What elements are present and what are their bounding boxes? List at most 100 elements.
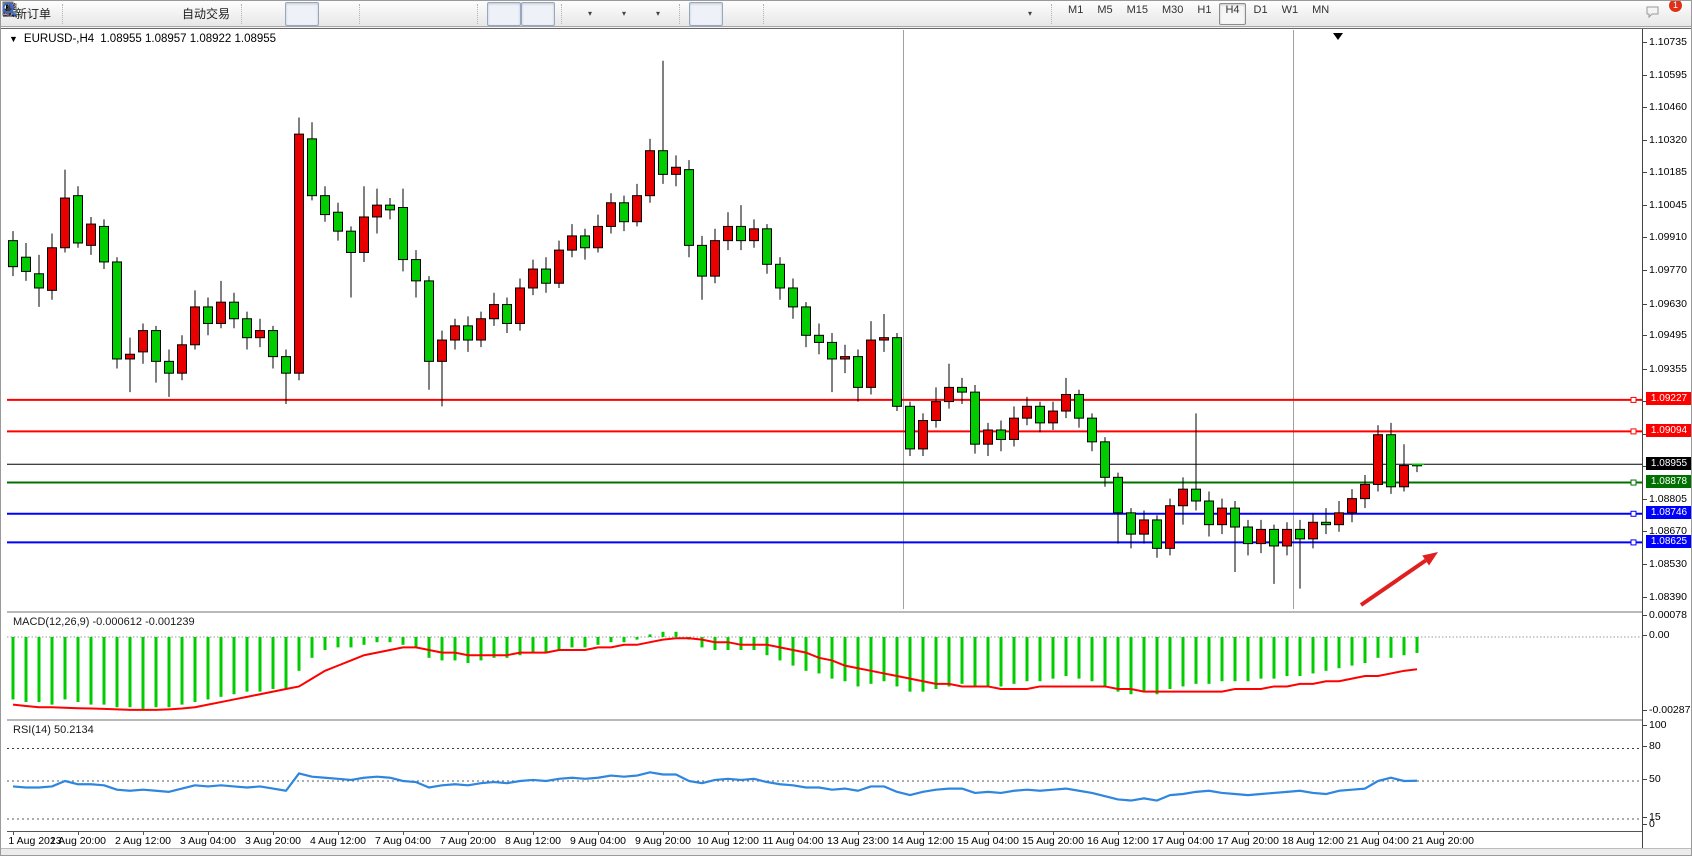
line-handle[interactable]: [1631, 540, 1636, 545]
candle-body: [1205, 501, 1214, 525]
axis-tick: [1643, 335, 1647, 336]
candle-body: [438, 340, 447, 361]
toolbar-button-crosshair[interactable]: [723, 2, 757, 26]
candle-body: [685, 170, 694, 246]
axis-tick: [1643, 615, 1647, 616]
timeframe-m1[interactable]: M1: [1062, 3, 1089, 25]
timeframe-d1[interactable]: D1: [1248, 3, 1274, 25]
candle-body: [1283, 529, 1292, 546]
rsi-canvas[interactable]: [7, 721, 1642, 832]
toolbar-button-text-label[interactable]: T: [977, 2, 1011, 26]
mt4-application: 新订单自动交易▾▾▾EFAT▾M1M5M15M30H1H4D1W1MN1 ▼ E…: [0, 0, 1692, 856]
timeframe-m15[interactable]: M15: [1121, 3, 1154, 25]
axis-tick: [1643, 824, 1647, 825]
price-chart-panel[interactable]: [7, 30, 1642, 609]
toolbar-button-horizontal-line[interactable]: [807, 2, 841, 26]
toolbar-button-chart-shift[interactable]: [521, 2, 555, 26]
arrow-annotation-shaft[interactable]: [1361, 561, 1426, 605]
candle-body: [516, 288, 525, 324]
candle-body: [1244, 527, 1253, 544]
toolbar-button-auto-scroll[interactable]: [487, 2, 521, 26]
time-axis-label: 9 Aug 04:00: [570, 835, 626, 847]
rsi-axis-label: 50: [1649, 773, 1661, 785]
candle-body: [854, 357, 863, 388]
toolbar-button-fibonacci[interactable]: F: [909, 2, 943, 26]
chart-window: ▼ EURUSD-,H4 1.08955 1.08957 1.08922 1.0…: [1, 28, 1692, 856]
candle-body: [841, 357, 850, 359]
candle-body: [490, 305, 499, 319]
toolbar-separator: [359, 4, 366, 24]
line-handle[interactable]: [1631, 429, 1636, 434]
candle-body: [646, 151, 655, 196]
candle-body: [1140, 520, 1149, 534]
timeframe-m30[interactable]: M30: [1156, 3, 1189, 25]
candle-body: [165, 361, 174, 373]
timeframe-mn[interactable]: MN: [1306, 3, 1335, 25]
toolbar-button-indicators[interactable]: ▾: [571, 2, 605, 26]
candle-body: [87, 224, 96, 245]
candle-body: [295, 134, 304, 373]
candle-body: [633, 196, 642, 222]
candle-body: [620, 203, 629, 222]
toolbar-button-trendline[interactable]: [841, 2, 875, 26]
candle-body: [100, 226, 109, 262]
candle-body: [1114, 477, 1123, 513]
axis-tick: [1643, 270, 1647, 271]
toolbar-button-zoom-out[interactable]: [403, 2, 437, 26]
toolbar-button-text[interactable]: A: [943, 2, 977, 26]
search-button[interactable]: [1609, 2, 1643, 26]
candle-body: [1192, 489, 1201, 501]
macd-panel[interactable]: MACD(12,26,9) -0.000612 -0.001239: [7, 611, 1642, 719]
candle-body: [48, 248, 57, 291]
line-handle[interactable]: [1631, 397, 1636, 402]
macd-canvas[interactable]: [7, 613, 1642, 719]
time-axis-label: 13 Aug 23:00: [827, 835, 889, 847]
candle-body: [945, 387, 954, 401]
line-handle[interactable]: [1631, 480, 1636, 485]
toolbar-button-cursor[interactable]: [689, 2, 723, 26]
toolbar-button-periods[interactable]: ▾: [605, 2, 639, 26]
axis-tick: [1643, 304, 1647, 305]
timeframe-m5[interactable]: M5: [1091, 3, 1118, 25]
candle-body: [74, 196, 83, 243]
macd-label: MACD(12,26,9) -0.000612 -0.001239: [13, 616, 195, 628]
candle-body: [1179, 489, 1188, 506]
chevron-down-icon: ▾: [656, 9, 660, 18]
toolbar-button-arrows-shapes[interactable]: ▾: [1011, 2, 1045, 26]
toolbar-button-tile-windows[interactable]: [437, 2, 471, 26]
toolbar-separator: [241, 4, 248, 24]
toolbar-button-auto-trading[interactable]: 自动交易: [174, 2, 235, 26]
candle-body: [243, 319, 252, 338]
toolbar-button-vertical-line[interactable]: [773, 2, 807, 26]
rsi-line: [13, 772, 1417, 800]
toolbar-button-equidistant-channel[interactable]: E: [875, 2, 909, 26]
candle-body: [477, 319, 486, 340]
rsi-panel[interactable]: RSI(14) 50.2134: [7, 719, 1642, 832]
candle-body: [984, 430, 993, 444]
macd-axis-label: 0.00: [1649, 629, 1669, 641]
candle-body: [191, 307, 200, 345]
candle-body: [1127, 513, 1136, 534]
toolbar-button-chart-window[interactable]: [106, 2, 140, 26]
price-chart-canvas[interactable]: [7, 30, 1642, 609]
line-handle[interactable]: [1631, 511, 1636, 516]
candle-body: [1387, 435, 1396, 487]
time-axis-label: 10 Aug 12:00: [697, 835, 759, 847]
timeframe-h1[interactable]: H1: [1191, 3, 1217, 25]
price-axis[interactable]: 1.107351.105951.104601.103201.101851.100…: [1642, 29, 1692, 849]
notifications-button[interactable]: 1: [1643, 2, 1677, 26]
chevron-down-icon[interactable]: ▼: [9, 34, 18, 44]
toolbar-button-candle-chart-mode[interactable]: [285, 2, 319, 26]
toolbar-button-templates[interactable]: ▾: [639, 2, 673, 26]
timeframe-w1[interactable]: W1: [1276, 3, 1305, 25]
toolbar-button-bucket[interactable]: [72, 2, 106, 26]
candle-body: [1023, 406, 1032, 418]
toolbar-button-line-chart-mode[interactable]: [319, 2, 353, 26]
toolbar-button-bar-chart-mode[interactable]: [251, 2, 285, 26]
candle-body: [347, 231, 356, 252]
toolbar-button-zoom-in[interactable]: [369, 2, 403, 26]
toolbar-button-signal[interactable]: [140, 2, 174, 26]
candle-body: [464, 326, 473, 340]
timeframe-h4[interactable]: H4: [1219, 3, 1245, 25]
candle-body: [308, 139, 317, 196]
